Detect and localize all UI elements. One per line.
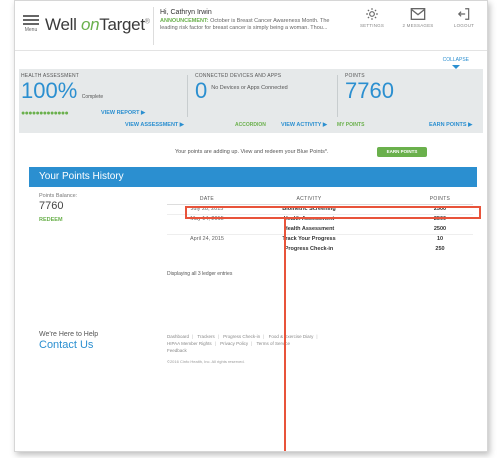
messages-icon (410, 8, 426, 20)
points-banner: Your points are adding up. View and rede… (19, 141, 483, 163)
column-date: DATE (199, 196, 215, 202)
view-activity-link[interactable]: VIEW ACTIVITY ▶ (281, 122, 327, 128)
hamburger-icon (23, 15, 39, 25)
logo-mark: ® (144, 18, 150, 26)
devices-card: CONNECTED DEVICES AND APPS 0 No Devices … (195, 73, 335, 103)
devices-count: 0 (195, 78, 208, 103)
greeting-area: Hi, Cathryn Irwin ANNOUNCEMENT: October … (160, 9, 345, 32)
footer-link-food-diary[interactable]: Food & Exercise Diary (269, 334, 314, 339)
row-date: April 24, 2015 (190, 236, 224, 242)
announcement[interactable]: ANNOUNCEMENT: October is Breast Cancer A… (160, 18, 345, 32)
my-points-link[interactable]: MY POINTS (337, 122, 364, 128)
column-activity: ACTIVITY (296, 196, 322, 202)
row-activity: Track Your Progress (282, 236, 336, 242)
points-history-title: Your Points History (39, 171, 124, 182)
footer-link-hipaa[interactable]: HIPAA Member Rights (167, 341, 212, 346)
health-assessment-card: HEALTH ASSESSMENT 100% Complete (21, 73, 161, 103)
footer-link-feedback[interactable]: Feedback (167, 348, 187, 353)
help-title: We're Here to Help (39, 331, 99, 338)
messages-button[interactable]: 2 MESSAGES (401, 7, 435, 28)
settings-button[interactable]: SETTINGS (355, 7, 389, 28)
logout-button[interactable]: LOGOUT (447, 7, 481, 28)
health-assessment-value: 100% (21, 78, 78, 103)
earn-points-button[interactable]: EARN POINTS (377, 147, 427, 157)
logo-prefix: Well (45, 15, 81, 34)
app-window: Menu Well onTarget® Hi, Cathryn Irwin AN… (14, 0, 488, 452)
health-assessment-status: Complete (81, 94, 104, 100)
summary-divider (187, 75, 188, 117)
accordion-link[interactable]: ACCORDION (235, 122, 266, 128)
earn-points-link[interactable]: EARN POINTS ▶ (429, 122, 472, 128)
settings-icon (366, 8, 378, 20)
points-balance: Points Balance: 7760 REDEEM (39, 193, 77, 223)
messages-label: 2 MESSAGES (402, 23, 434, 28)
settings-label: SETTINGS (359, 23, 385, 28)
contact-us-link[interactable]: Contact Us (39, 339, 98, 351)
logo-suffix: Target (99, 15, 145, 34)
footer-link-progress-checkin[interactable]: Progress Check-in (223, 334, 260, 339)
summary-divider (337, 75, 338, 117)
view-report-link[interactable]: VIEW REPORT ▶ (101, 110, 145, 116)
summary-panel: HEALTH ASSESSMENT 100% Complete ●●●●●●●●… (19, 69, 483, 133)
column-points: POINTS (429, 196, 451, 202)
highlight-box (185, 206, 481, 219)
row-activity: Progress Check-in (284, 246, 334, 252)
menu-label: Menu (24, 27, 38, 33)
help-section: We're Here to Help Contact Us (39, 331, 98, 351)
copyright-text: ©2016 Cinfo Health, Inc. All rights rese… (167, 359, 245, 364)
ledger-count-note: Displaying all 3 ledger entries (167, 271, 233, 277)
footer-link-dashboard[interactable]: Dashboard (167, 334, 189, 339)
collapse-toggle[interactable]: COLLAPSE (443, 57, 469, 69)
footer-link-privacy[interactable]: Privacy Policy (220, 341, 248, 346)
table-row: Progress Check-in 250 (167, 245, 473, 255)
announcement-label: ANNOUNCEMENT: (160, 18, 209, 24)
collapse-label: COLLAPSE (442, 57, 469, 63)
row-points: 10 (436, 236, 444, 242)
points-history-header: Your Points History (29, 167, 477, 187)
wellontarget-logo[interactable]: Well onTarget® (45, 15, 150, 35)
devices-text: No Devices or Apps Connected (211, 85, 288, 91)
highlight-callout-line (284, 219, 286, 451)
menu-button[interactable]: Menu (23, 13, 39, 33)
table-row: Health Assessment 2500 (167, 225, 473, 235)
points-table: DATE ACTIVITY POINTS July 28, 2015 Biome… (167, 195, 473, 255)
row-points: 2500 (433, 226, 447, 232)
points-message: Your points are adding up. View and rede… (175, 149, 329, 155)
balance-caption: Points Balance: (39, 193, 78, 199)
points-value: 7760 (345, 78, 394, 103)
header-actions: SETTINGS 2 MESSAGES LOGOUT (355, 7, 481, 28)
redeem-link[interactable]: REDEEM (39, 217, 77, 223)
row-points: 250 (435, 246, 445, 252)
balance-value: 7760 (39, 200, 64, 212)
points-card: POINTS 7760 (345, 73, 475, 103)
logout-icon (457, 8, 470, 20)
top-header: Menu Well onTarget® Hi, Cathryn Irwin AN… (15, 1, 487, 51)
logo-on: on (80, 15, 100, 34)
table-row: April 24, 2015 Track Your Progress 10 (167, 235, 473, 245)
table-header: DATE ACTIVITY POINTS (167, 195, 473, 205)
view-assessment-link[interactable]: VIEW ASSESSMENT ▶ (125, 122, 184, 128)
header-divider (153, 7, 154, 45)
user-greeting: Hi, Cathryn Irwin (160, 9, 212, 16)
progress-dots: ●●●●●●●●●●●●● (21, 110, 69, 117)
row-activity: Health Assessment (283, 226, 335, 232)
logout-label: LOGOUT (453, 23, 475, 28)
footer-link-trackers[interactable]: Trackers (197, 334, 214, 339)
footer-links: Dashboard | Trackers | Progress Check-in | … (167, 333, 407, 364)
